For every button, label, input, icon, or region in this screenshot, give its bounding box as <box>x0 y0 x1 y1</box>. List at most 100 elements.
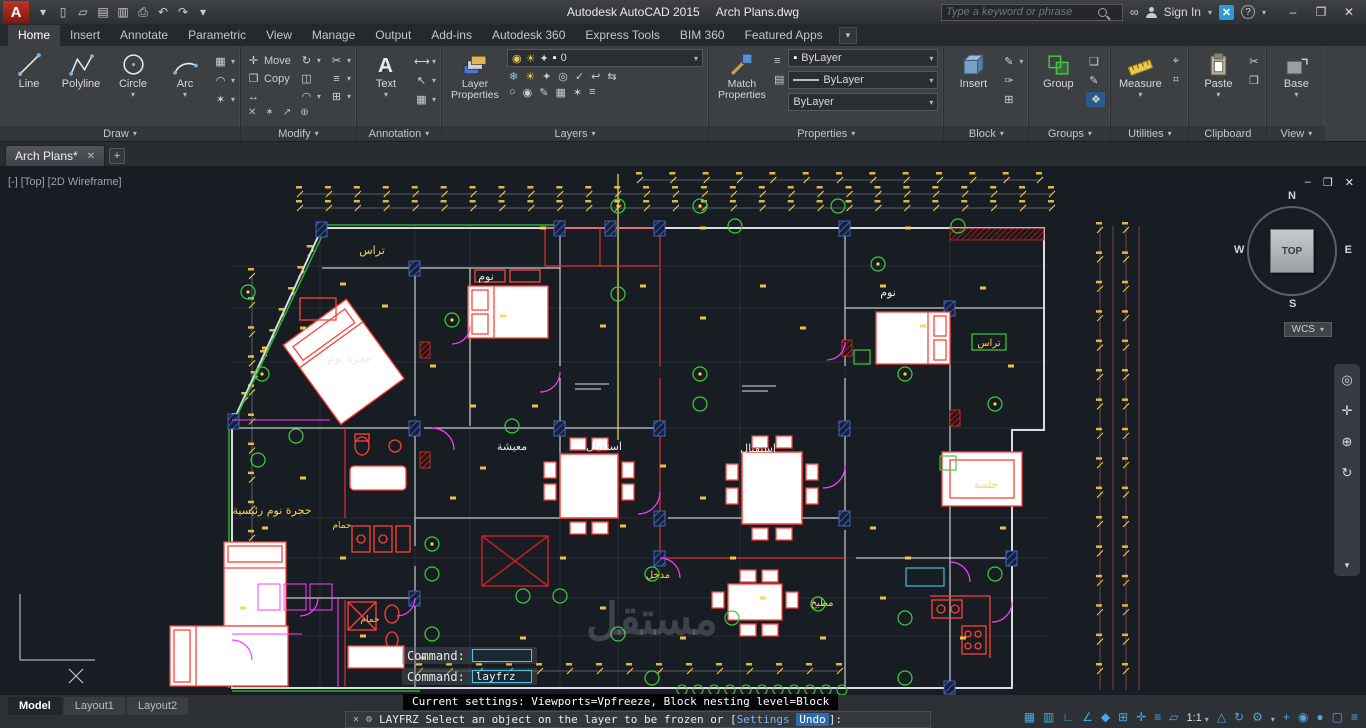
stretch-button[interactable]: ↔ <box>246 89 291 104</box>
paste-caret-icon[interactable]: ▾ <box>1216 91 1220 99</box>
sign-in-caret-icon[interactable]: ▾ <box>1208 8 1212 16</box>
qat-customize-caret-icon[interactable]: ▾ <box>194 3 212 21</box>
minimize-button[interactable]: – <box>1279 2 1307 22</box>
maximize-button[interactable]: ❐ <box>1307 2 1335 22</box>
line-button[interactable]: Line <box>5 49 53 126</box>
otrack-icon[interactable]: ✛ <box>1136 710 1146 724</box>
help-caret-icon[interactable]: ▾ <box>1262 8 1266 16</box>
option-undo[interactable]: Undo <box>796 713 829 726</box>
panel-label-annotation[interactable]: Annotation ▾ <box>356 126 441 141</box>
table-tool-icon[interactable]: ▦ ▾ <box>414 92 436 107</box>
viewport-view-control[interactable]: [Top] <box>21 176 45 188</box>
command-customize-icon[interactable]: ⚙ <box>366 714 372 725</box>
layer-state-tool-icon[interactable]: ≡ <box>589 86 595 99</box>
layer-on-tool-icon[interactable]: ◉ <box>523 86 533 99</box>
layer-select-dropdown[interactable]: ◉ ☀ ✦ ▪ 0 ▾ <box>506 49 703 67</box>
rotate-button[interactable]: ↻ ▾ <box>299 53 321 68</box>
tab-parametric[interactable]: Parametric <box>178 25 256 46</box>
layer-freeze-sun-icon[interactable]: ☀ <box>526 52 536 65</box>
panel-label-modify[interactable]: Modify ▾ <box>241 126 356 141</box>
vp-minimize-icon[interactable]: – <box>1305 176 1311 189</box>
layer-on-off-tool-icon[interactable]: ☀ <box>525 70 535 83</box>
color-caret-icon[interactable]: ▾ <box>929 54 933 63</box>
polyline-button[interactable]: Polyline <box>57 49 105 126</box>
typed-command-box[interactable]: layfrz <box>471 670 532 683</box>
id-point-icon[interactable]: ⌖ <box>1168 54 1183 69</box>
panel-label-utilities[interactable]: Utilities ▾ <box>1111 126 1189 141</box>
layer-dropdown-caret-icon[interactable]: ▾ <box>694 54 698 63</box>
panel-label-block[interactable]: Block ▾ <box>944 126 1029 141</box>
infocenter-search[interactable] <box>941 3 1124 21</box>
cut-icon[interactable]: ✂ <box>1246 54 1261 69</box>
layer-isolate-tool-icon[interactable]: ◎ <box>558 70 568 83</box>
recent-input-box[interactable] <box>471 649 532 662</box>
fillet-button[interactable]: ◠ ▾ <box>299 89 321 104</box>
close-button[interactable]: ✕ <box>1335 2 1363 22</box>
scale-button[interactable]: ↗ <box>283 107 291 118</box>
erase-button[interactable]: ✕ <box>248 107 256 118</box>
leader-tool-icon[interactable]: ↖ ▾ <box>414 73 436 88</box>
base-caret-icon[interactable]: ▾ <box>1294 91 1298 99</box>
arc-button[interactable]: Arc ▾ <box>161 49 209 126</box>
plot-icon[interactable]: ⎙ <box>134 3 152 21</box>
command-close-icon[interactable]: ✕ <box>353 714 359 725</box>
pan-icon[interactable]: ✛ <box>1342 403 1353 419</box>
open-file-icon[interactable]: ▱ <box>74 3 92 21</box>
array-button[interactable]: ⊞ ▾ <box>329 89 351 104</box>
navigation-bar[interactable]: ◎ ✛ ⊕ ↻ ▾ <box>1334 364 1360 576</box>
layer-on-bulb-icon[interactable]: ◉ <box>512 52 522 65</box>
tab-output[interactable]: Output <box>365 25 421 46</box>
ribbon-display-options-icon[interactable]: ▾ <box>838 26 858 44</box>
grid-icon[interactable]: ▦ <box>1024 710 1035 724</box>
tab-home[interactable]: Home <box>8 25 61 46</box>
save-icon[interactable]: ▤ <box>94 3 112 21</box>
compass-east[interactable]: E <box>1345 244 1352 256</box>
circle-caret-icon[interactable]: ▾ <box>131 91 135 99</box>
quick-calc-icon[interactable]: ⌗ <box>1168 73 1183 88</box>
hatch-tool-icon[interactable]: ▦ ▾ <box>213 54 235 69</box>
autocad-logo-icon[interactable]: A <box>3 1 29 23</box>
command-input-bar[interactable]: ✕ ⚙ LAYFRZ Select an object on the layer… <box>345 711 931 728</box>
tab-model[interactable]: Model <box>8 697 62 715</box>
tab-layout1[interactable]: Layout1 <box>63 697 125 715</box>
match-properties-button[interactable]: Match Properties <box>714 49 770 126</box>
fillet-draw-tool-icon[interactable]: ◠ ▾ <box>213 73 235 88</box>
undo-icon[interactable]: ↶ <box>154 3 172 21</box>
linetype-caret-icon[interactable]: ▾ <box>929 76 933 85</box>
tab-layout2[interactable]: Layout2 <box>126 697 189 715</box>
layer-previous-tool-icon[interactable]: ↩ <box>591 70 600 83</box>
panel-label-properties[interactable]: Properties ▾ <box>708 126 944 141</box>
vp-restore-icon[interactable]: ❐ <box>1323 176 1333 189</box>
customization-icon[interactable]: ≡ <box>1351 710 1358 724</box>
zoom-icon[interactable]: ⊕ <box>1342 434 1353 450</box>
vp-close-icon[interactable]: ✕ <box>1345 176 1354 189</box>
annotation-visibility-icon[interactable]: △ <box>1217 710 1226 724</box>
layer-off-tool-icon[interactable]: ○ <box>509 86 516 99</box>
annotation-monitor-icon[interactable]: + <box>1283 710 1290 724</box>
workspace-gear-icon[interactable]: ⚙ <box>1252 710 1263 724</box>
new-file-icon[interactable]: ▯ <box>54 3 72 21</box>
group-button[interactable]: Group <box>1034 49 1082 126</box>
tab-bim360[interactable]: BIM 360 <box>670 25 735 46</box>
layer-freeze-tool-icon[interactable]: ❄ <box>509 70 518 83</box>
viewport-menu-control[interactable]: [-] <box>8 176 18 188</box>
layer-walk-tool-icon[interactable]: ▦ <box>555 86 565 99</box>
copy-button[interactable]: ❐ Copy <box>246 71 291 86</box>
orbit-icon[interactable]: ↻ <box>1342 465 1353 481</box>
compass-south[interactable]: S <box>1289 298 1296 310</box>
group-edit-icon[interactable]: ✎ <box>1086 73 1105 88</box>
ortho-icon[interactable]: ∟ <box>1062 710 1074 724</box>
tab-manage[interactable]: Manage <box>302 25 365 46</box>
graphics-performance-icon[interactable]: ● <box>1316 710 1323 724</box>
dimension-tool-icon[interactable]: ⟷ ▾ <box>414 54 436 69</box>
isolate-objects-icon[interactable]: ◉ <box>1298 710 1308 724</box>
transparency-icon[interactable]: ▱ <box>1169 710 1178 724</box>
offset-button[interactable]: ≡ ▾ <box>329 71 351 86</box>
exchange-apps-icon[interactable]: ✕ <box>1218 4 1234 20</box>
linetype-dropdown[interactable]: ByLayer ▾ <box>788 71 939 89</box>
snap-icon[interactable]: ▥ <box>1043 710 1054 724</box>
tab-view[interactable]: View <box>256 25 302 46</box>
panel-label-clipboard[interactable]: Clipboard <box>1189 126 1267 141</box>
measure-caret-icon[interactable]: ▾ <box>1138 91 1142 99</box>
tab-express-tools[interactable]: Express Tools <box>575 25 669 46</box>
